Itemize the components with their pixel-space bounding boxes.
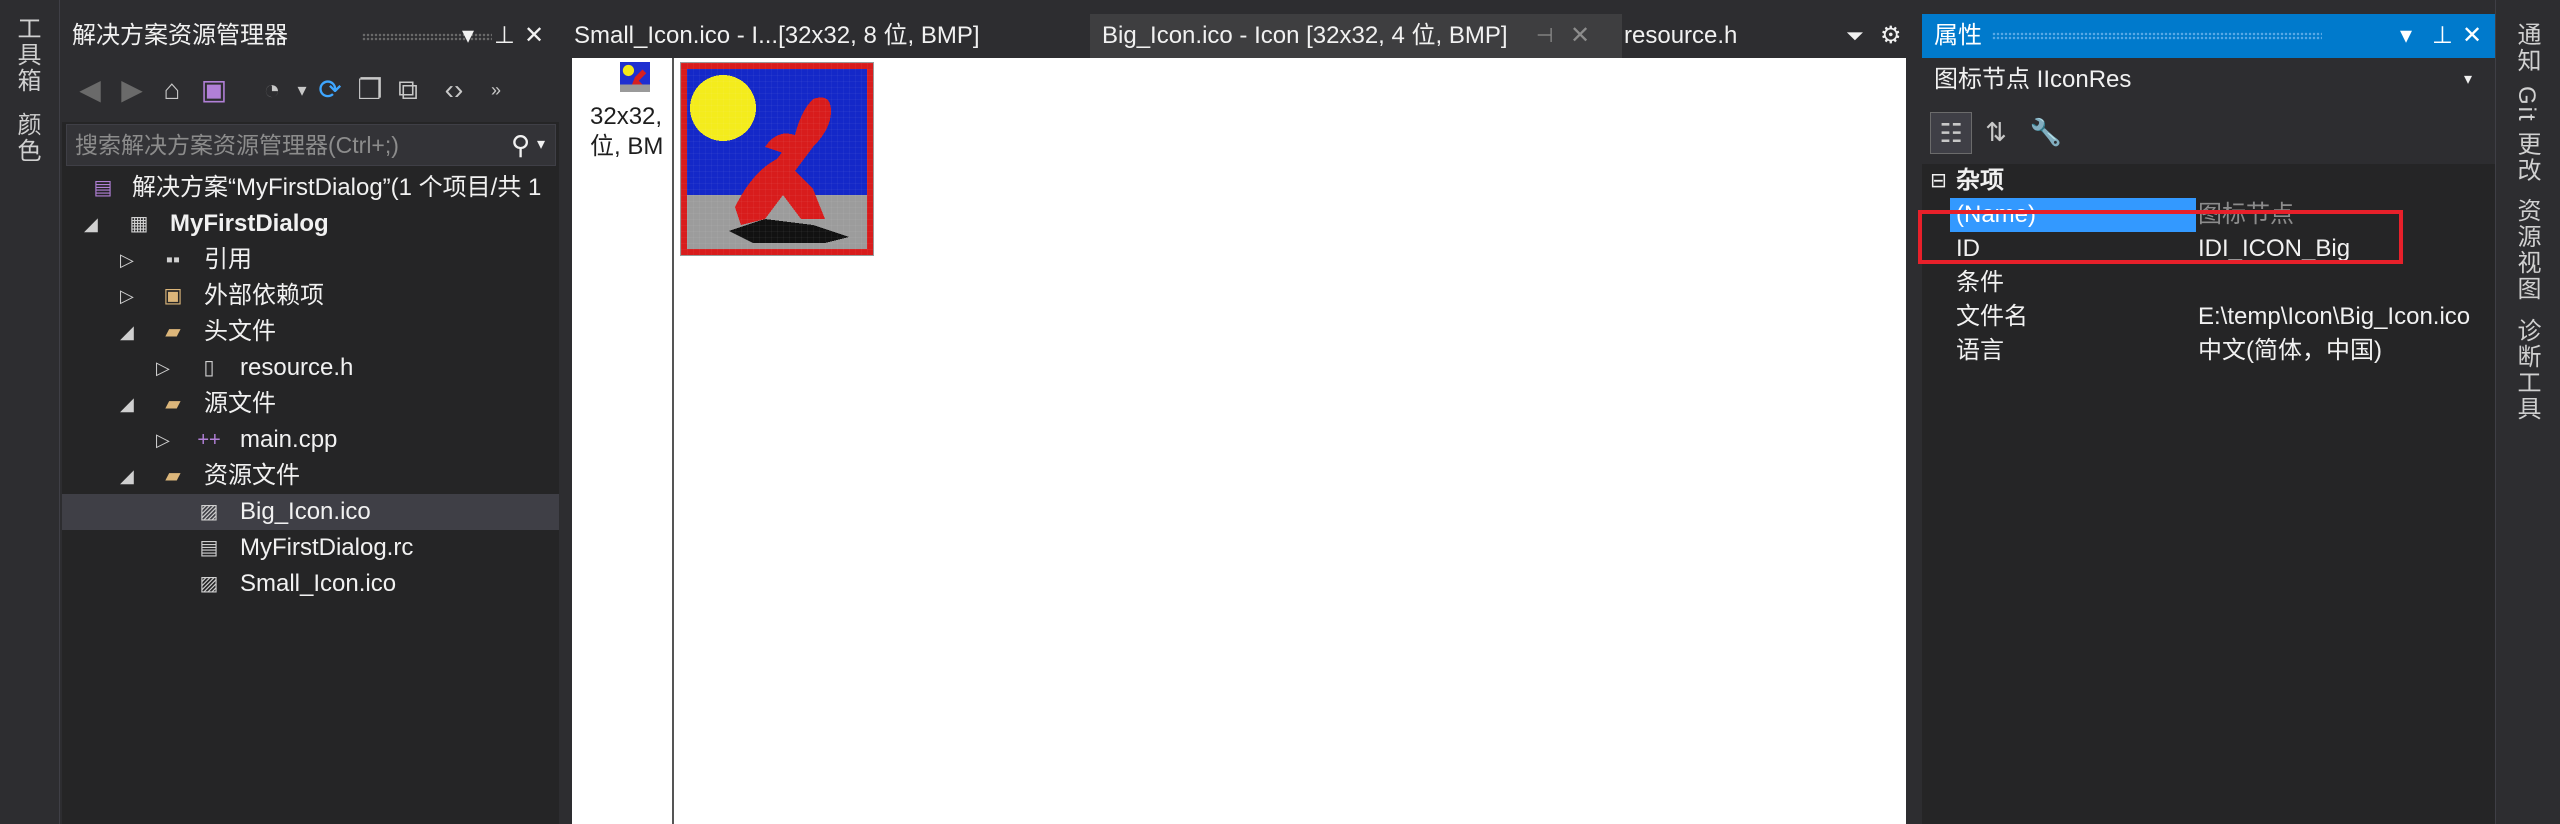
image-file-icon: ▨	[199, 501, 219, 523]
toolbox-tab[interactable]: 工具箱	[13, 16, 44, 94]
cpp-file-icon: ++	[197, 429, 221, 451]
references-icon: ▪▪	[165, 249, 181, 271]
editor-divider	[672, 58, 674, 824]
switch-views-icon[interactable]: ▣	[196, 70, 232, 110]
tab-big-icon[interactable]: Big_Icon.ico - Icon [32x32, 4 位, BMP] ⊣ …	[1090, 14, 1622, 58]
back-icon[interactable]: ◀	[72, 70, 108, 110]
icon-thumbnail-caption: 32x32, 位, BM	[590, 103, 664, 160]
properties-panel: 属性 ▾ ⊥ ✕ 图标节点 IIconRes ▾ ☷ ⇅ 🔧 ⊟ 杂项 (Nam…	[1922, 14, 2495, 824]
solution-explorer-toolbar: ◀ ▶ ⌂ ▣ ◔ ▾ ⟳ ❐ ⧉ ‹› »	[62, 58, 559, 122]
notifications-tab[interactable]: 通知	[2513, 22, 2544, 74]
forward-icon[interactable]: ▶	[114, 70, 150, 110]
collapsed-arrow-icon[interactable]: ▷	[120, 278, 140, 314]
pin-icon[interactable]: ⊥	[494, 14, 515, 58]
expanded-arrow-icon[interactable]: ◢	[120, 386, 140, 422]
project-icon: ▦	[129, 213, 149, 235]
tree-item-resource-h[interactable]: ▷ ▯ resource.h	[62, 350, 559, 386]
color-tab[interactable]: 颜色	[13, 112, 44, 164]
pin-icon[interactable]: ⊥	[2432, 14, 2453, 58]
icon-pixel-grid[interactable]	[680, 62, 874, 256]
expanded-arrow-icon[interactable]: ◢	[120, 458, 140, 494]
drag-grip[interactable]	[1992, 32, 2322, 40]
settings-gear-icon[interactable]: ⚙	[1880, 14, 1902, 58]
dropdown-icon[interactable]: ▾	[462, 14, 474, 58]
close-icon[interactable]: ✕	[2462, 14, 2482, 58]
collapse-all-icon[interactable]: ❐	[352, 70, 388, 110]
document-tab-bar: Small_Icon.ico - I...[32x32, 8 位, BMP] B…	[562, 14, 1914, 58]
tab-small-icon[interactable]: Small_Icon.ico - I...[32x32, 8 位, BMP]	[562, 14, 1092, 58]
property-category[interactable]: ⊟ 杂项	[1922, 164, 2495, 198]
search-icon[interactable]: ⚲	[511, 125, 530, 165]
git-changes-tab[interactable]: Git 更改	[2513, 86, 2544, 183]
resource-view-tab[interactable]: 资源视图	[2513, 198, 2544, 302]
alphabetical-icon[interactable]: ⇅	[1976, 112, 2016, 152]
sync-icon[interactable]: ⟳	[312, 70, 348, 110]
tree-item-solution[interactable]: ▤ 解决方案“MyFirstDialog”(1 个项目/共 1	[62, 170, 559, 206]
code-view-icon[interactable]: ‹›	[436, 70, 472, 110]
property-pages-icon[interactable]: 🔧	[2026, 112, 2066, 152]
collapsed-arrow-icon[interactable]: ▷	[120, 242, 140, 278]
categorized-icon[interactable]: ☷	[1930, 112, 1972, 154]
rc-file-icon: ▤	[199, 537, 219, 559]
external-deps-icon: ▣	[163, 285, 183, 307]
tab-list-dropdown-icon[interactable]: ⏷	[1846, 14, 1864, 58]
home-icon[interactable]: ⌂	[154, 70, 190, 110]
properties-toolbar: ☷ ⇅ 🔧	[1922, 102, 2495, 164]
chevron-down-icon[interactable]: ▾	[2464, 58, 2472, 102]
tree-item-resource-files[interactable]: ◢ ▰ 资源文件	[62, 458, 559, 494]
tree-item-external-deps[interactable]: ▷ ▣ 外部依赖项	[62, 278, 559, 314]
pin-icon[interactable]: ⊣	[1536, 14, 1553, 58]
solution-search-input[interactable]: 搜索解决方案资源管理器(Ctrl+;) ⚲ ▾	[66, 124, 556, 166]
image-file-icon: ▨	[199, 573, 219, 595]
properties-header: 属性 ▾ ⊥ ✕	[1922, 14, 2495, 58]
folder-icon: ▰	[165, 321, 181, 343]
folder-icon: ▰	[165, 465, 181, 487]
icon-thumbnail[interactable]	[620, 62, 650, 92]
tree-item-header-files[interactable]: ◢ ▰ 头文件	[62, 314, 559, 350]
properties-title: 属性	[1934, 22, 1982, 49]
tree-item-main-cpp[interactable]: ▷ ++ main.cpp	[62, 422, 559, 458]
folder-icon: ▰	[165, 393, 181, 415]
more-icon[interactable]: »	[478, 70, 514, 110]
id-highlight-box	[1918, 210, 2403, 264]
dropdown-icon[interactable]: ▾	[2400, 14, 2412, 58]
close-icon[interactable]: ✕	[524, 14, 544, 58]
solution-icon: ▤	[93, 177, 113, 199]
expanded-arrow-icon[interactable]: ◢	[120, 314, 140, 350]
search-options-icon[interactable]: ▾	[537, 125, 545, 165]
property-row-filename[interactable]: 文件名 E:\temp\Icon\Big_Icon.ico	[1922, 300, 2495, 334]
tab-resource-h[interactable]: resource.h	[1612, 14, 1824, 58]
property-row-condition[interactable]: 条件	[1922, 266, 2495, 300]
collapse-icon[interactable]: ⊟	[1930, 164, 1947, 198]
solution-explorer-header: 解决方案资源管理器 ▾ ⊥ ✕	[62, 14, 559, 58]
tree-item-project[interactable]: ◢ ▦ MyFirstDialog	[62, 206, 559, 242]
tree-item-small-icon[interactable]: ▨ Small_Icon.ico	[62, 566, 559, 602]
header-file-icon: ▯	[203, 357, 215, 379]
collapsed-arrow-icon[interactable]: ▷	[156, 422, 176, 458]
tree-item-source-files[interactable]: ◢ ▰ 源文件	[62, 386, 559, 422]
icon-editor-canvas[interactable]: 32x32, 位, BM	[572, 58, 1906, 824]
collapsed-arrow-icon[interactable]: ▷	[156, 350, 176, 386]
tree-item-big-icon[interactable]: ▨ Big_Icon.ico	[62, 494, 559, 530]
right-tool-strip: 通知 Git 更改 资源视图 诊断工具	[2495, 0, 2560, 824]
show-all-files-icon[interactable]: ⧉	[390, 70, 426, 110]
tree-item-references[interactable]: ▷ ▪▪ 引用	[62, 242, 559, 278]
diagnostic-tools-tab[interactable]: 诊断工具	[2513, 318, 2544, 422]
solution-explorer-title: 解决方案资源管理器	[72, 22, 288, 49]
left-tool-strip: 工具箱 颜色	[0, 0, 60, 824]
close-tab-icon[interactable]: ✕	[1570, 14, 1590, 58]
properties-object-selector[interactable]: 图标节点 IIconRes ▾	[1922, 58, 2495, 102]
expanded-arrow-icon[interactable]: ◢	[84, 206, 104, 242]
search-placeholder: 搜索解决方案资源管理器(Ctrl+;)	[75, 132, 399, 158]
solution-explorer-panel: 解决方案资源管理器 ▾ ⊥ ✕ ◀ ▶ ⌂ ▣ ◔ ▾ ⟳ ❐ ⧉ ‹› » 搜…	[62, 14, 559, 824]
property-row-language[interactable]: 语言 中文(简体，中国)	[1922, 334, 2495, 368]
tree-item-rc-file[interactable]: ▤ MyFirstDialog.rc	[62, 530, 559, 566]
